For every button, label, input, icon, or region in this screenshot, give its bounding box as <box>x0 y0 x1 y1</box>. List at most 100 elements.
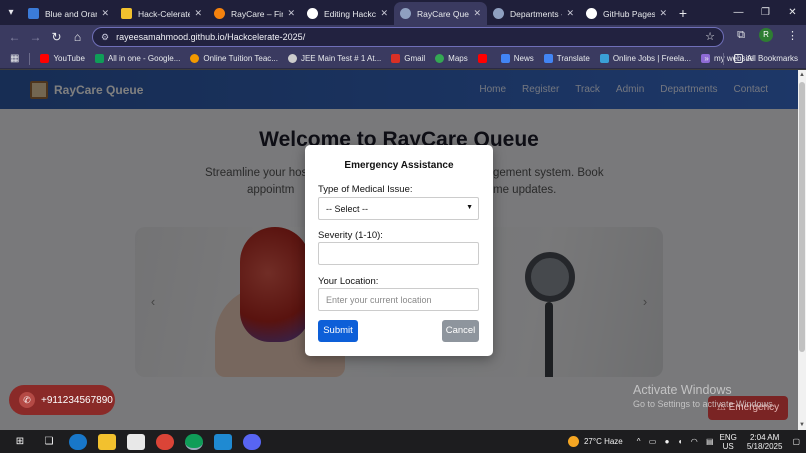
gmail-icon <box>391 54 401 63</box>
tab-title: GitHub Pages H <box>603 8 656 19</box>
vscode-icon[interactable] <box>214 433 232 450</box>
edge-icon[interactable] <box>69 433 87 450</box>
sheets-icon <box>94 54 104 63</box>
restore-icon[interactable]: ❐ <box>752 0 779 25</box>
apps-grid-icon[interactable]: ▦ <box>10 53 19 64</box>
weather-widget[interactable]: 27°C Haze <box>567 436 623 447</box>
browser-tab[interactable]: GitHub Pages H ✕ <box>580 2 673 25</box>
tab-close-icon[interactable]: ✕ <box>473 8 481 19</box>
cancel-button[interactable]: Cancel <box>442 320 479 342</box>
severity-input[interactable] <box>318 242 479 265</box>
scroll-up-icon[interactable]: ▲ <box>798 72 806 78</box>
bookmark-separator <box>29 52 31 65</box>
bookmark-translate[interactable]: Translate <box>543 54 590 63</box>
bookmarks-bar: ▦ YouTube All in one - Google... Online … <box>0 49 806 69</box>
browser-tab[interactable]: Departments - R ✕ <box>487 2 580 25</box>
bookmark-news[interactable]: News <box>500 54 534 63</box>
phone-number: +911234567890 <box>41 394 113 406</box>
keyboard-icon[interactable]: ▤ <box>706 437 714 446</box>
browser-tab[interactable]: Editing Hackcel ✕ <box>301 2 394 25</box>
submit-button[interactable]: Submit <box>318 320 358 342</box>
bookmark-online-tuition[interactable]: Online Tuition Teac... <box>190 54 278 63</box>
freelancer-icon <box>599 54 609 63</box>
severity-label: Severity (1-10): <box>318 230 383 241</box>
tab-favicon-icon <box>121 8 132 19</box>
tab-title: Blue and Orange <box>45 8 97 19</box>
tab-search-icon[interactable]: ▾ <box>0 2 22 24</box>
scroll-down-icon[interactable]: ▼ <box>798 422 806 428</box>
phone-icon: ✆ <box>19 392 35 408</box>
chevron-up-icon[interactable]: ^ <box>637 437 641 446</box>
reload-icon[interactable]: ↻ <box>46 30 67 44</box>
notification-icon[interactable]: ▢ <box>792 437 800 446</box>
extensions-icon[interactable]: ⧉ <box>737 29 745 42</box>
tab-close-icon[interactable]: ✕ <box>194 8 202 19</box>
battery-icon[interactable]: ▭ <box>649 437 657 446</box>
browser-tab[interactable]: Blue and Orange ✕ <box>22 2 115 25</box>
new-tab-icon[interactable]: + <box>673 5 693 21</box>
location-label: Your Location: <box>318 276 379 287</box>
tab-strip: ▾ Blue and Orange ✕ Hack-Celerate P ✕ Ra… <box>0 0 806 25</box>
back-icon[interactable]: ← <box>4 30 25 44</box>
address-url[interactable]: rayeesamahmood.github.io/Hackcelerate-20… <box>116 32 305 42</box>
tab-close-icon[interactable]: ✕ <box>101 8 109 19</box>
chrome-profile-icon[interactable] <box>185 433 203 450</box>
clock[interactable]: 2:04 AM 5/18/2025 <box>747 433 783 451</box>
minimize-icon[interactable]: — <box>725 0 752 25</box>
tab-title: Departments - R <box>510 8 562 19</box>
tab-favicon-icon <box>307 8 318 19</box>
bookmark-youtube[interactable]: YouTube <box>40 54 85 63</box>
mic-icon[interactable]: ● <box>665 437 670 446</box>
bookmarks-overflow-icon[interactable]: » <box>704 54 708 63</box>
bookmark-gmail[interactable]: Gmail <box>391 54 425 63</box>
call-phone-button[interactable]: ✆ +911234567890 <box>9 385 115 415</box>
tray-icons: ^ ▭ ● ◖ ◠ ▤ <box>637 437 720 446</box>
issue-type-selected: -- Select -- <box>326 203 369 214</box>
tab-title: Hack-Celerate P <box>138 8 191 19</box>
tab-close-icon[interactable]: ✕ <box>380 8 388 19</box>
chrome-icon[interactable] <box>156 433 174 450</box>
issue-type-select[interactable]: -- Select -- ▼ <box>318 197 479 220</box>
activate-windows-watermark: Activate Windows Go to Settings to activ… <box>633 383 776 409</box>
bookmarks-right: » All Bookmarks <box>704 52 798 65</box>
bookmark-star-icon[interactable]: ☆ <box>705 30 715 43</box>
bookmark-jee-main[interactable]: JEE Main Test # 1 At... <box>287 54 381 63</box>
toolbar-right: ⧉ R ⋮ <box>723 28 798 42</box>
issue-type-label: Type of Medical Issue: <box>318 184 413 195</box>
bookmark-maps[interactable]: Maps <box>435 54 468 63</box>
location-input[interactable]: Enter your current location <box>318 288 479 311</box>
profile-avatar[interactable]: R <box>759 28 773 42</box>
tab-close-icon[interactable]: ✕ <box>659 8 667 19</box>
tab-close-icon[interactable]: ✕ <box>287 8 295 19</box>
browser-tab[interactable]: Hack-Celerate P ✕ <box>115 2 208 25</box>
tab-favicon-icon <box>493 8 504 19</box>
site-info-icon[interactable]: ⚙ <box>101 32 109 43</box>
app-icon[interactable] <box>243 433 261 450</box>
scrollbar-thumb[interactable] <box>799 82 805 352</box>
address-bar[interactable]: ⚙ rayeesamahmood.github.io/Hackcelerate-… <box>92 27 724 47</box>
bookmark-all-in-one[interactable]: All in one - Google... <box>94 54 180 63</box>
all-bookmarks[interactable]: All Bookmarks <box>733 54 798 63</box>
tab-close-icon[interactable]: ✕ <box>566 8 574 19</box>
wifi-icon[interactable]: ◠ <box>691 437 698 446</box>
forward-icon[interactable]: → <box>25 30 46 44</box>
youtube-icon <box>40 54 50 63</box>
browser-tab-active[interactable]: RayCare Queue ✕ <box>394 2 487 25</box>
file-explorer-icon[interactable] <box>98 433 116 450</box>
folder-icon <box>733 54 743 63</box>
bookmark-online-jobs[interactable]: Online Jobs | Freela... <box>599 54 691 63</box>
windows-start-icon[interactable]: ⊞ <box>11 434 29 450</box>
task-view-icon[interactable]: ❏ <box>40 434 58 450</box>
tab-title: RayCare – Fireb <box>231 8 284 19</box>
bookmark-youtube-2[interactable] <box>477 54 491 63</box>
page-scrollbar[interactable]: ▲ ▼ <box>798 70 806 430</box>
browser-tab[interactable]: RayCare – Fireb ✕ <box>208 2 301 25</box>
tab-favicon-icon <box>400 8 411 19</box>
close-window-icon[interactable]: ✕ <box>779 0 806 25</box>
language-indicator[interactable]: ENG US <box>720 433 737 451</box>
store-icon[interactable] <box>127 433 145 450</box>
bookmark-separator <box>722 52 724 65</box>
speaker-icon[interactable]: ◖ <box>678 437 683 446</box>
home-icon[interactable]: ⌂ <box>67 30 88 44</box>
menu-kebab-icon[interactable]: ⋮ <box>787 29 798 42</box>
